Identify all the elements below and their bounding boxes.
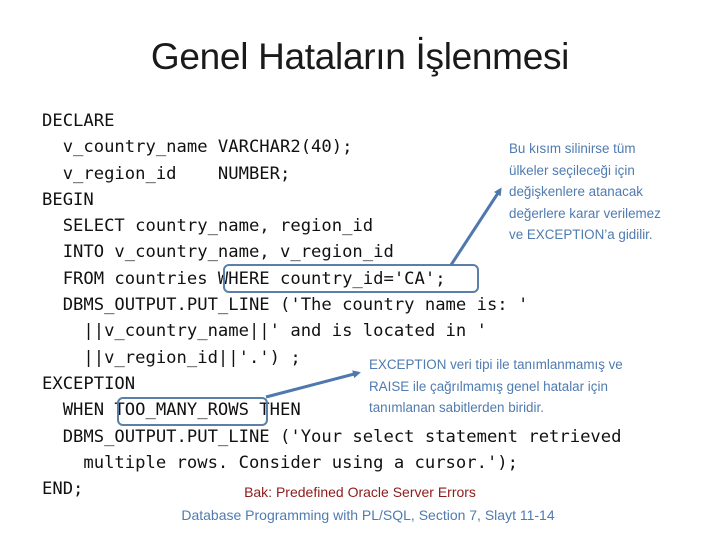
note-line: değişkenlere atanacak bbox=[509, 184, 643, 199]
note-line: tanımlanan sabitlerden biridir. bbox=[369, 400, 544, 415]
callout-note-where: Bu kısım silinirse tüm ülkeler seçileceğ… bbox=[509, 138, 661, 246]
callout-arrows bbox=[265, 187, 502, 399]
note-line: ve EXCEPTION’a gidilir. bbox=[509, 227, 653, 242]
callout-note-exception: EXCEPTION veri tipi ile tanımlanmamış ve… bbox=[369, 354, 623, 419]
reference-line-2: Database Programming with PL/SQL, Sectio… bbox=[181, 507, 555, 523]
arrow-to-note1 bbox=[449, 187, 502, 266]
arrow-to-note2 bbox=[265, 370, 361, 399]
note-line: değerlere karar verilemez bbox=[509, 205, 661, 221]
note-line: Bu kısım silinirse tüm bbox=[509, 141, 636, 156]
note-line: RAISE ile çağrılmamış genel hatalar için bbox=[369, 378, 608, 394]
note-line: ülkeler seçileceği için bbox=[509, 162, 635, 178]
note-line: EXCEPTION veri tipi ile tanımlanmamış ve bbox=[369, 357, 623, 372]
reference-line-1: Bak: Predefined Oracle Server Errors bbox=[244, 484, 476, 500]
